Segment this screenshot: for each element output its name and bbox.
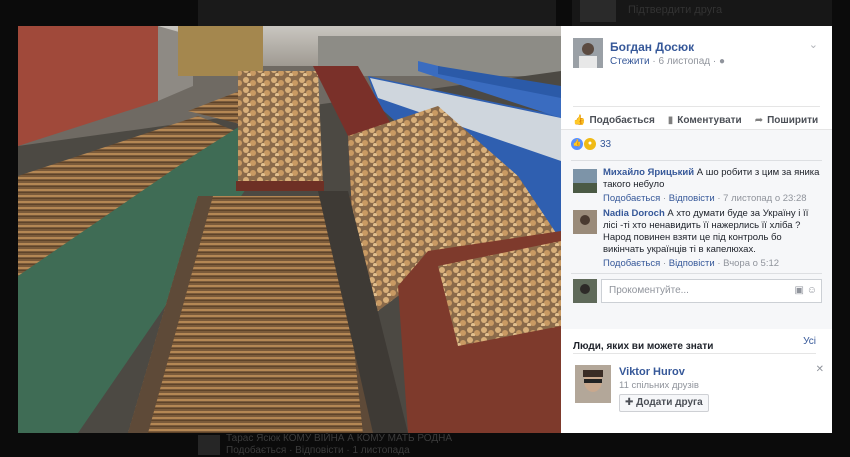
commenter-avatar[interactable] xyxy=(573,169,597,193)
angry-reaction-icon: ● xyxy=(584,138,596,150)
people-you-may-know: Люди, яких ви можете знати Усі Viktor Hu… xyxy=(573,336,824,426)
add-friend-icon: ✚ xyxy=(625,397,634,408)
divider xyxy=(571,160,822,161)
add-friend-label: Додати друга xyxy=(636,397,703,408)
share-arrow-icon: ➦ xyxy=(754,114,764,126)
background-confirm-label: Підтвердити друга xyxy=(628,4,723,16)
like-button[interactable]: 👍 Подобається xyxy=(573,112,655,128)
author-avatar[interactable] xyxy=(573,38,603,68)
comment-actions: Подобається · Відповісти · Вчора о 5:12 xyxy=(603,258,822,270)
pymk-title: Люди, яких ви можете знати xyxy=(573,341,714,352)
comment-author[interactable]: Михайло Ярицький xyxy=(603,167,694,178)
background-feed-strip xyxy=(198,0,556,26)
reaction-count: 33 xyxy=(600,138,612,150)
comment-author[interactable]: Nadia Doroch xyxy=(603,208,665,219)
post-actions: 👍 Подобається ▮ Коментувати ➦ Поширити xyxy=(573,106,820,128)
close-icon[interactable]: ✕ xyxy=(816,364,824,375)
comment-time[interactable]: 7 листопад о 23:28 xyxy=(723,193,806,204)
background-friend-request: Підтвердити друга xyxy=(572,0,832,26)
comment-label: Коментувати xyxy=(677,114,742,126)
comment-composer: Прокоментуйте... ▣ ☺ xyxy=(573,279,822,303)
comment-input[interactable]: Прокоментуйте... ▣ ☺ xyxy=(601,279,822,303)
emoji-icon[interactable]: ☺ xyxy=(807,285,817,296)
background-comment-text: Тарас Ясюк КОМУ ВІЙНА А КОМУ МАТЬ РОДНА xyxy=(226,433,452,444)
commenter-avatar-image xyxy=(573,210,597,234)
suggested-person-name[interactable]: Viktor Hurov xyxy=(619,366,685,378)
comment-body: Nadia Doroch А хто думати буде за Україн… xyxy=(603,208,822,270)
globe-icon: ● xyxy=(718,56,726,67)
divider xyxy=(573,353,816,354)
share-button[interactable]: ➦ Поширити xyxy=(755,112,818,128)
comment-icon: ▮ xyxy=(667,114,674,126)
comment-body: Михайло Ярицький А шо робити з цим за ян… xyxy=(603,167,822,205)
background-avatar xyxy=(198,435,220,455)
share-label: Поширити xyxy=(767,114,819,126)
background-comment: Тарас Ясюк КОМУ ВІЙНА А КОМУ МАТЬ РОДНА … xyxy=(198,433,556,457)
comment-input-placeholder: Прокоментуйте... xyxy=(609,285,689,296)
suggested-person-avatar[interactable] xyxy=(575,365,611,403)
mutual-friends-count[interactable]: 11 спільних друзів xyxy=(619,380,699,391)
like-label: Подобається xyxy=(589,114,655,126)
commenter-avatar[interactable] xyxy=(573,210,597,234)
log-train-photo xyxy=(18,26,561,433)
background-comment-meta: Подобається · Відповісти · 1 листопада xyxy=(226,445,410,456)
comment-reply-link[interactable]: Відповісти xyxy=(669,258,715,269)
comment-time[interactable]: Вчора о 5:12 xyxy=(723,258,779,269)
post-date[interactable]: 6 листопад xyxy=(658,56,710,67)
author-avatar-image xyxy=(573,38,603,68)
reactions-summary[interactable]: 👍 ● 33 xyxy=(571,138,611,150)
background-avatar xyxy=(580,0,616,22)
pymk-see-all-link[interactable]: Усі xyxy=(803,336,816,347)
comment-reply-link[interactable]: Відповісти xyxy=(669,193,715,204)
camera-icon[interactable]: ▣ xyxy=(795,285,804,296)
comment-actions: Подобається · Відповісти · 7 листопад о … xyxy=(603,193,822,205)
suggested-person-avatar-image xyxy=(575,365,611,403)
like-reaction-icon: 👍 xyxy=(571,138,583,150)
post-photo[interactable] xyxy=(18,26,561,433)
current-user-avatar-image xyxy=(573,279,597,303)
add-friend-button[interactable]: ✚ Додати друга xyxy=(619,394,709,412)
post-meta: Стежити · 6 листопад · ● xyxy=(610,56,725,67)
commenter-avatar-image xyxy=(573,169,597,193)
follow-link[interactable]: Стежити xyxy=(610,56,650,67)
post-author-name[interactable]: Богдан Досюк xyxy=(610,40,694,54)
divider xyxy=(571,273,822,274)
current-user-avatar xyxy=(573,279,597,303)
comment-button[interactable]: ▮ Коментувати xyxy=(668,112,742,128)
chevron-down-icon[interactable]: ⌄ xyxy=(809,38,818,51)
post-side-panel: Богдан Досюк Стежити · 6 листопад · ● ⌄ … xyxy=(561,26,832,433)
comment-like-link[interactable]: Подобається xyxy=(603,258,660,269)
comment-like-link[interactable]: Подобається xyxy=(603,193,660,204)
post-header: Богдан Досюк Стежити · 6 листопад · ● ⌄ xyxy=(561,26,832,106)
thumbs-up-icon: 👍 xyxy=(573,114,586,126)
composer-icons: ▣ ☺ xyxy=(795,285,817,296)
